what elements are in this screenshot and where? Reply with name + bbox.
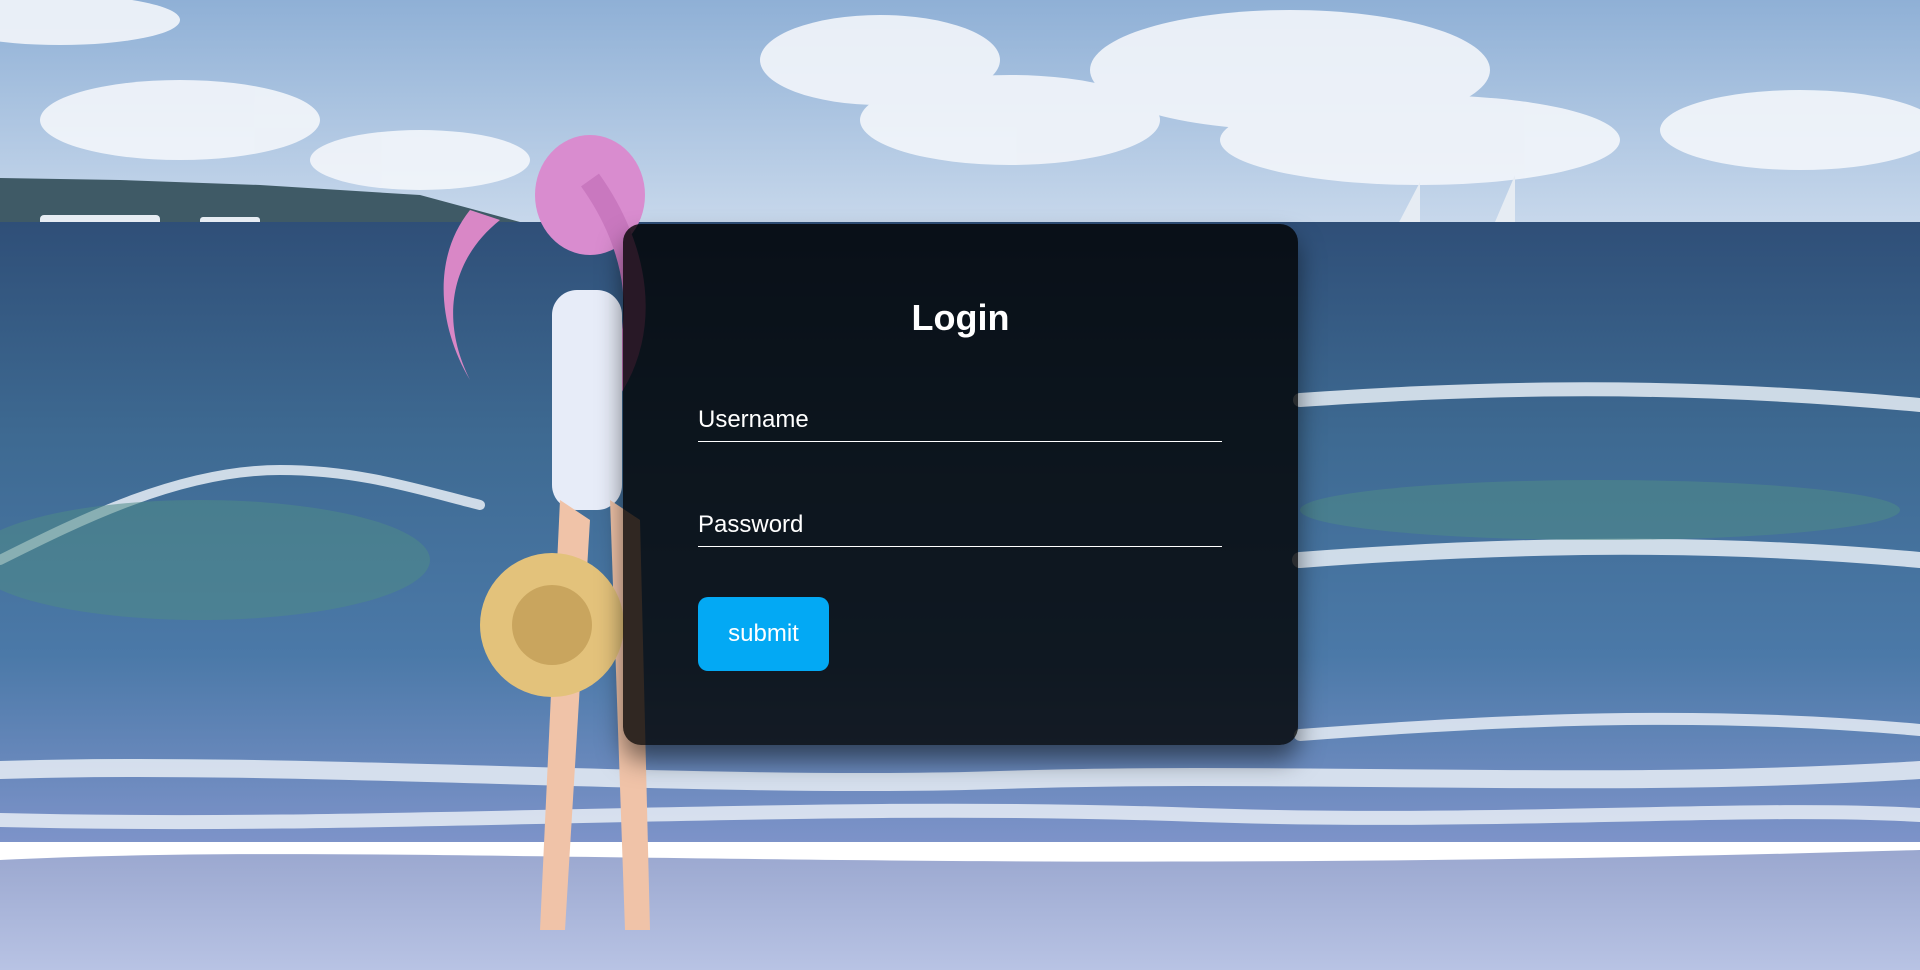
username-input[interactable]	[698, 402, 1222, 442]
login-panel: Login Username Password submit	[623, 224, 1298, 745]
login-title: Login	[911, 297, 1010, 338]
password-field-group: Password	[698, 507, 1222, 547]
username-field-group: Username	[698, 402, 1222, 442]
submit-button[interactable]: submit	[698, 597, 829, 671]
password-input[interactable]	[698, 507, 1222, 547]
